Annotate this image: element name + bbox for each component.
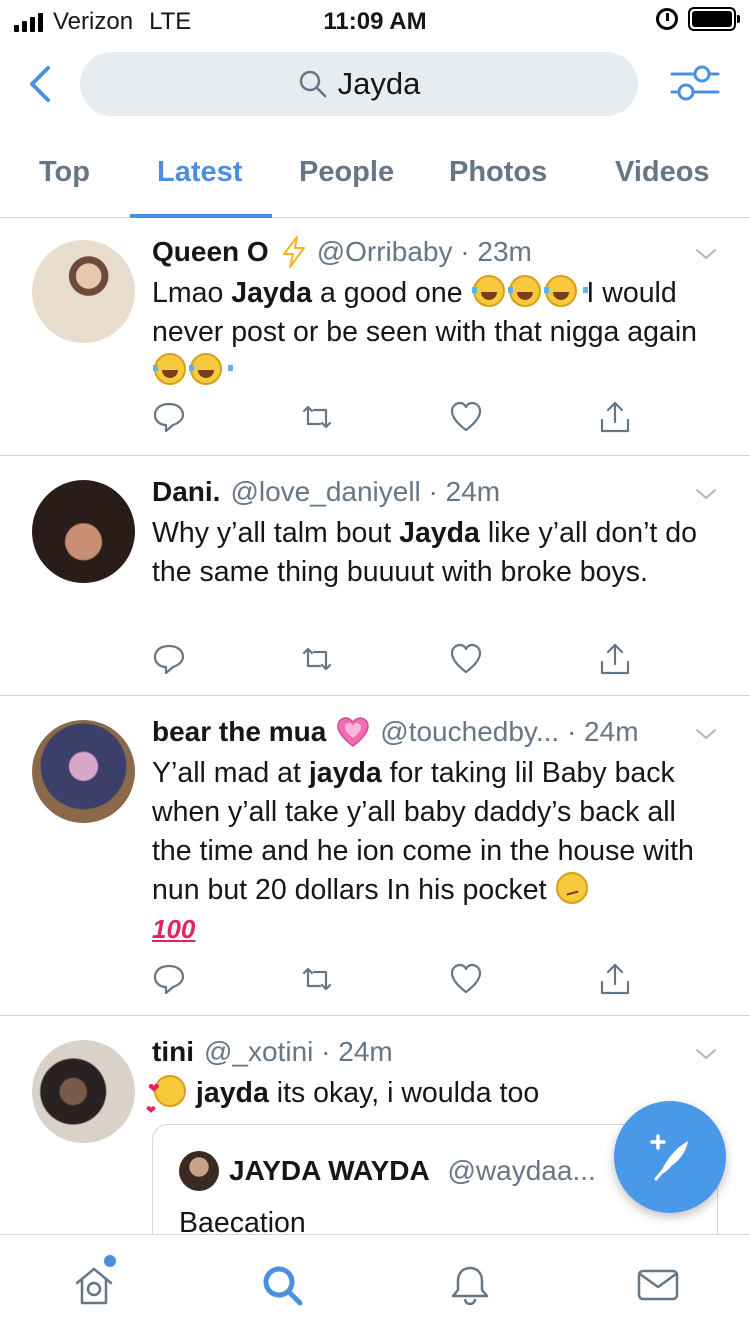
tweet-text: Y’all mad at jayda for taking lil Baby b… [152,754,722,949]
tab-videos[interactable]: Videos [615,156,710,189]
reply-icon[interactable] [152,400,186,434]
alarm-icon [656,8,678,30]
status-right [656,7,740,31]
notifications-icon[interactable] [448,1263,492,1307]
search-icon[interactable] [260,1263,304,1307]
search-icon [299,70,326,98]
handle-timestamp: @_xotini · 24m [204,1036,393,1067]
quoted-display-name: JAYDA WAYDA [229,1155,430,1186]
hundred-points-emoji-icon: 100 [152,914,196,944]
avatar[interactable] [32,240,135,343]
bottom-navigation [0,1234,750,1334]
tweet[interactable]: Dani. @love_daniyell · 24m Why y’all tal… [0,456,750,696]
highlighted-term: Jayda [399,517,480,549]
quoted-tweet-header: JAYDA WAYDA @waydaa... [229,1155,596,1187]
handle-timestamp: @Orribaby · 23m [316,236,532,267]
chevron-down-icon[interactable] [694,722,718,746]
sliders-icon [670,65,720,101]
woozy-face-emoji-icon [556,872,589,904]
tweet-actions [152,400,632,440]
text-segment: Lmao [152,277,232,309]
laughing-emoji-icon [543,275,588,307]
search-query: Jayda [337,66,421,101]
back-button[interactable] [22,62,62,106]
tweet[interactable]: Queen O @Orribaby · 23m Lmao Jayda a goo… [0,218,750,456]
messages-icon[interactable] [636,1263,680,1307]
text-segment: its okay, i woulda too [268,1077,540,1109]
laughing-emoji-icon [153,353,197,385]
retweet-icon[interactable] [300,962,334,996]
like-icon[interactable] [449,400,483,434]
sparkling-heart-emoji-icon [337,717,370,747]
chevron-down-icon[interactable] [694,1042,718,1066]
tweet-header: bear the mua @touchedby... · 24m [152,716,639,748]
tweet-text: Why y’all talm bout Jayda like y’all don… [152,514,722,592]
like-icon[interactable] [449,642,483,676]
display-name[interactable]: Dani. [152,476,220,508]
search-header: Jayda [0,50,750,120]
new-content-dot [104,1255,116,1267]
retweet-icon[interactable] [300,400,334,434]
laughing-emoji-icon [189,353,233,385]
tweet-text: jayda its okay, i woulda too [146,1069,722,1130]
highlighted-term: jayda [195,1077,269,1109]
handle-timestamp: @love_daniyell · 24m [230,476,501,507]
lightning-emoji-icon [282,236,305,268]
tweet-header: Dani. @love_daniyell · 24m [152,476,500,508]
share-icon[interactable] [598,962,632,996]
display-name[interactable]: tini [152,1036,194,1068]
retweet-icon[interactable] [300,642,334,676]
tab-top[interactable]: Top [39,156,90,189]
share-icon[interactable] [598,642,632,676]
tab-latest[interactable]: Latest [157,156,242,189]
tweet[interactable]: bear the mua @touchedby... · 24m Y’all m… [0,696,750,1016]
highlighted-term: Jayda [231,277,313,309]
status-time: 11:09 AM [323,8,427,35]
laughing-emoji-icon [471,275,516,307]
display-name[interactable]: Queen O [152,236,269,268]
chevron-down-icon[interactable] [694,482,718,506]
status-bar: Verizon LTE 11:09 AM [0,0,750,40]
home-icon[interactable] [72,1263,116,1307]
quoted-avatar [179,1151,219,1191]
tweet-header: tini @_xotini · 24m [152,1036,393,1068]
tweet-text: Lmao Jayda a good one I would never post… [152,274,722,391]
highlighted-term: jayda [308,757,382,789]
display-name[interactable]: bear the mua [152,716,326,748]
tab-people[interactable]: People [299,156,394,189]
compose-tweet-button[interactable] [614,1101,726,1213]
tweet-actions [152,962,632,1002]
text-segment: a good one [312,277,463,309]
handle-timestamp: @touchedby... · 24m [380,716,639,747]
compose-feather-icon [650,1134,688,1181]
smiling-face-with-hearts-emoji-icon [146,1069,186,1130]
battery-icon [688,7,740,31]
avatar[interactable] [32,1040,135,1143]
quoted-handle: @waydaa... [447,1155,596,1186]
tweet-actions [152,642,632,682]
avatar[interactable] [32,480,135,583]
laughing-emoji-icon [507,275,552,307]
avatar[interactable] [32,720,135,823]
text-segment: Why y’all talm bout [152,517,400,549]
like-icon[interactable] [449,962,483,996]
reply-icon[interactable] [152,642,186,676]
chevron-left-icon [30,66,50,102]
share-icon[interactable] [598,400,632,434]
search-filter-button[interactable] [670,62,720,106]
chevron-down-icon[interactable] [694,242,718,266]
quoted-tweet-text: Baecation [179,1207,306,1234]
search-input[interactable]: Jayda [80,52,638,116]
tab-photos[interactable]: Photos [449,156,547,189]
tweet-header: Queen O @Orribaby · 23m [152,236,532,268]
search-tabs: Top Latest People Photos Videos [0,140,750,218]
text-segment: Y’all mad at [152,757,309,789]
reply-icon[interactable] [152,962,186,996]
